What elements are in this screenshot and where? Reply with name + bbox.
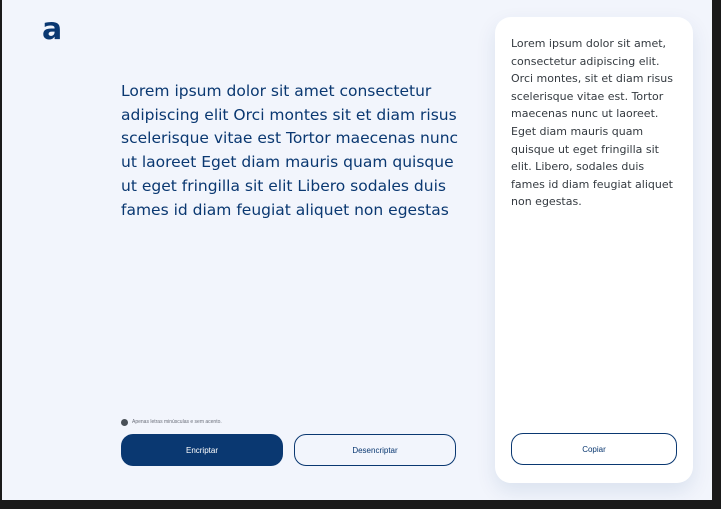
app-window: a Lorem ipsum dolor sit amet consectetur…: [2, 0, 712, 500]
encrypt-button[interactable]: Encriptar: [121, 434, 283, 466]
output-panel: Lorem ipsum dolor sit amet, consectetur …: [495, 17, 693, 483]
message-input[interactable]: Lorem ipsum dolor sit amet consectetur a…: [121, 80, 466, 222]
decrypt-button[interactable]: Desencriptar: [294, 434, 456, 466]
info-icon: [121, 418, 128, 426]
hint-text: Apenas letras minúsculas e sem acento.: [132, 419, 222, 425]
copy-button[interactable]: Copiar: [511, 433, 677, 465]
output-text: Lorem ipsum dolor sit amet, consectetur …: [511, 37, 673, 209]
logo: a: [42, 12, 63, 47]
input-hint: Apenas letras minúsculas e sem acento.: [121, 416, 222, 428]
